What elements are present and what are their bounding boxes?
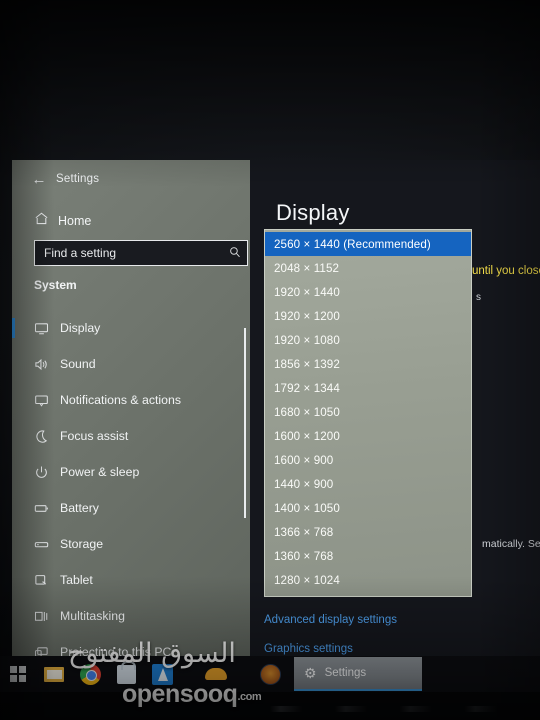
resolution-option[interactable]: 1400 × 1050 (265, 496, 471, 520)
sidebar-label-display: Display (60, 321, 101, 335)
moon-icon (34, 429, 60, 444)
sidebar-label-sound: Sound (60, 357, 96, 371)
speaker-icon (34, 357, 60, 372)
bezel-reflections (0, 706, 540, 712)
window-title: Settings (56, 173, 100, 185)
resolution-option[interactable]: 1680 × 1050 (265, 400, 471, 424)
body-text: matically. Selec (482, 538, 540, 550)
sidebar-label-notifications: Notifications & actions (60, 393, 181, 407)
screen-photo: ← Settings Home Find a setting System Di… (0, 0, 540, 720)
monitor-icon (34, 321, 60, 336)
sidebar-item-notifications[interactable]: Notifications & actions (12, 382, 250, 418)
sidebar-label-battery: Battery (60, 501, 99, 515)
cloud-icon (205, 668, 227, 680)
watermark-arabic: السوق المفتوح (68, 638, 237, 669)
watermark-latin: opensooq.com (122, 680, 262, 709)
resolution-option[interactable]: 1856 × 1392 (265, 352, 471, 376)
page-title: Display (276, 200, 350, 225)
resolution-option[interactable]: 1280 × 1024 (265, 568, 471, 592)
sidebar-item-home[interactable]: Home (12, 206, 250, 236)
sidebar-label-tablet: Tablet (60, 573, 93, 587)
taskbar-settings-label: Settings (324, 667, 367, 679)
sidebar-item-list: Display Sound Notifications & actions Fo… (12, 310, 250, 672)
watermark-latin-text: opensooq (122, 680, 238, 708)
start-button[interactable] (0, 656, 36, 692)
sidebar-item-power-sleep[interactable]: Power & sleep (12, 454, 250, 490)
resolution-option[interactable]: 2048 × 1152 (265, 256, 471, 280)
warning-text: until you close (472, 265, 540, 277)
sidebar-item-display[interactable]: Display (12, 310, 250, 346)
sidebar-item-tablet[interactable]: Tablet (12, 562, 250, 598)
resolution-option[interactable]: 1440 × 900 (265, 472, 471, 496)
power-icon (34, 465, 60, 480)
taskbar-active-settings[interactable]: ⚙ Settings (294, 657, 422, 691)
sidebar-item-multitasking[interactable]: Multitasking (12, 598, 250, 634)
resolution-option[interactable]: 1360 × 768 (265, 544, 471, 568)
file-explorer-button[interactable] (36, 656, 72, 692)
graphics-settings-link[interactable]: Graphics settings (264, 643, 353, 655)
resolution-option[interactable]: 1920 × 1080 (265, 328, 471, 352)
sidebar-label-storage: Storage (60, 537, 104, 551)
sidebar-item-storage[interactable]: Storage (12, 526, 250, 562)
resolution-option[interactable]: 1600 × 900 (265, 448, 471, 472)
home-icon (34, 211, 58, 231)
sidebar-label-focus-assist: Focus assist (60, 429, 129, 443)
resolution-option[interactable]: 2560 × 1440 (Recommended) (265, 232, 471, 256)
battery-icon (34, 501, 60, 516)
advanced-display-settings-link[interactable]: Advanced display settings (264, 614, 397, 626)
sidebar-label-power-sleep: Power & sleep (60, 465, 140, 479)
search-placeholder: Find a setting (44, 246, 117, 260)
gear-icon: ⚙ (304, 665, 317, 681)
watermark-domain: .com (237, 691, 262, 703)
search-input[interactable]: Find a setting (34, 240, 248, 266)
resolution-option[interactable]: 1920 × 1440 (265, 280, 471, 304)
resolution-dropdown-list[interactable]: 2560 × 1440 (Recommended) 2048 × 1152 19… (264, 229, 472, 597)
obscured-text: s (476, 292, 481, 303)
notification-icon (34, 393, 60, 408)
sidebar-home-label: Home (58, 214, 92, 228)
multitasking-icon (34, 609, 60, 624)
sidebar-item-sound[interactable]: Sound (12, 346, 250, 382)
back-arrow-icon[interactable]: ← (22, 172, 56, 187)
settings-sidebar: ← Settings Home Find a setting System Di… (12, 160, 250, 672)
sidebar-item-battery[interactable]: Battery (12, 490, 250, 526)
folder-icon (44, 666, 64, 682)
storage-icon (34, 537, 60, 552)
tablet-icon (34, 573, 60, 588)
sidebar-scrollbar[interactable] (243, 328, 246, 518)
resolution-option[interactable]: 1600 × 1200 (265, 424, 471, 448)
sidebar-label-multitasking: Multitasking (60, 609, 125, 623)
circle-app-icon (259, 663, 281, 685)
resolution-option[interactable]: 1366 × 768 (265, 520, 471, 544)
sidebar-section-label: System (34, 278, 77, 292)
search-icon (229, 246, 241, 261)
window-titlebar: ← Settings (12, 160, 250, 198)
resolution-option[interactable]: 1920 × 1200 (265, 304, 471, 328)
sidebar-item-focus-assist[interactable]: Focus assist (12, 418, 250, 454)
windows-logo-icon (10, 666, 26, 682)
resolution-option[interactable]: 1792 × 1344 (265, 376, 471, 400)
